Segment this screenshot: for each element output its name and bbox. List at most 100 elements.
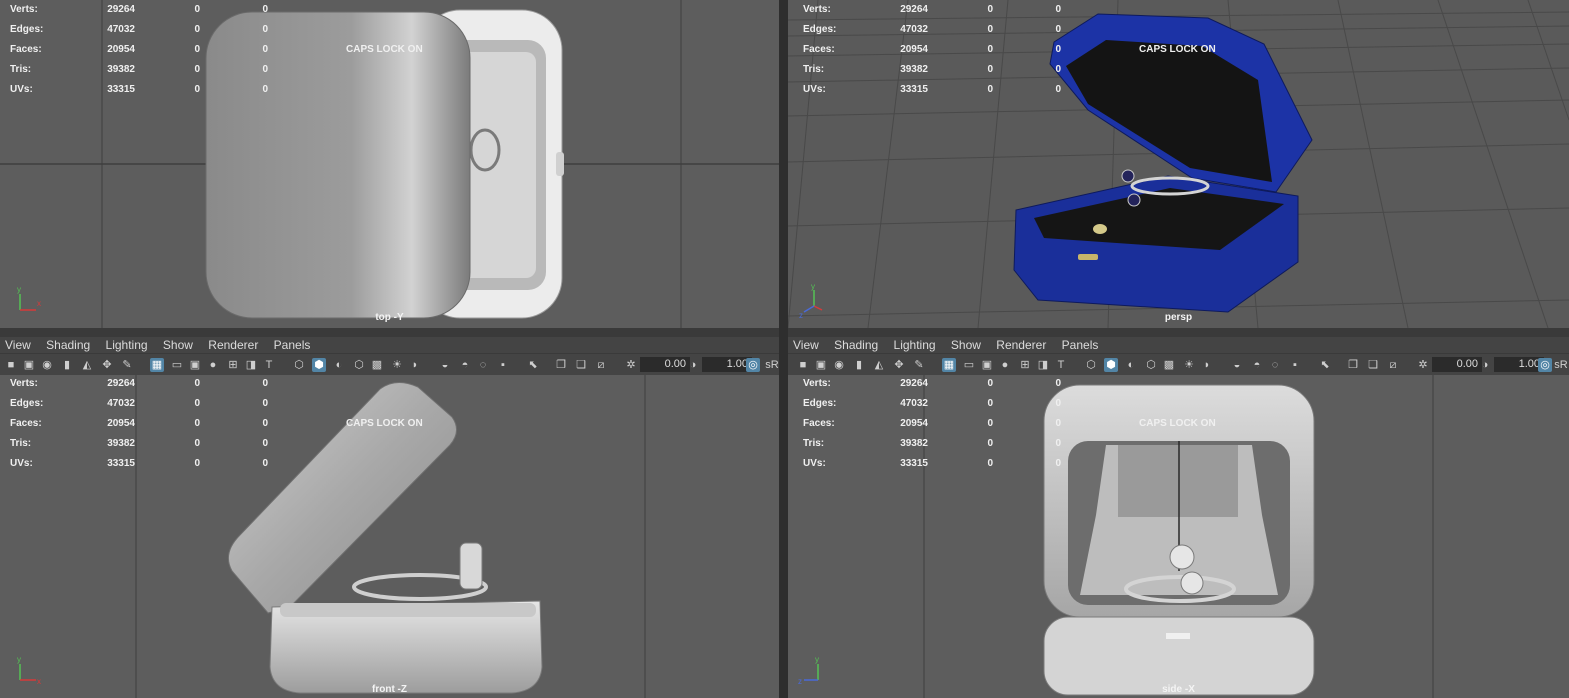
default-material-icon[interactable]: ◐ [1124, 358, 1138, 372]
gamma-field[interactable]: 1.00 [1494, 357, 1544, 372]
camera-icon[interactable]: ■ [4, 358, 18, 372]
camera-icon[interactable]: ■ [796, 358, 810, 372]
view-transform-label[interactable]: sR [1554, 358, 1568, 372]
wireframe-on-shaded-icon[interactable]: ⬡ [1144, 358, 1158, 372]
textured-icon[interactable]: ▩ [370, 358, 384, 372]
exposure-field[interactable]: 0.00 [640, 357, 690, 372]
viewport-front[interactable]: Verts: 29264 0 0 Edges: 47032 0 0 Faces: 20954 0… [0, 375, 779, 698]
menu-show[interactable]: Show [951, 337, 981, 353]
xray-components-icon[interactable]: ⧄ [594, 358, 608, 372]
xray-icon[interactable]: ❐ [554, 358, 568, 372]
safe-action-icon[interactable]: ◨ [244, 358, 258, 372]
resolution-gate-icon[interactable]: ▣ [188, 358, 202, 372]
film-gate-icon[interactable]: ▭ [170, 358, 184, 372]
motion-blur-icon[interactable]: ◓ [1250, 358, 1264, 372]
depth-of-field-icon[interactable]: ▪ [1288, 358, 1302, 372]
menu-view[interactable]: View [793, 337, 819, 353]
exposure-field[interactable]: 0.00 [1432, 357, 1482, 372]
exposure-icon[interactable]: ✲ [624, 358, 638, 372]
wireframe-icon[interactable]: ⬡ [292, 358, 306, 372]
hud-tris-label: Tris: [803, 438, 825, 449]
camera-attributes-icon[interactable]: ◉ [832, 358, 846, 372]
menu-shading[interactable]: Shading [46, 337, 90, 353]
isolate-select-icon[interactable]: ⬉ [1318, 358, 1332, 372]
hud-value: 0 [1055, 4, 1061, 15]
gamma-icon[interactable]: ◑ [686, 358, 700, 372]
shadows-icon[interactable]: ◗ [408, 358, 422, 372]
view-transform-label[interactable]: sR [764, 358, 780, 372]
hud-value: 0 [1055, 64, 1061, 75]
menu-renderer[interactable]: Renderer [208, 337, 258, 353]
hud-value: 0 [1055, 378, 1061, 389]
2d-pan-zoom-icon[interactable]: ✥ [892, 358, 906, 372]
viewport-top[interactable]: Verts: 29264 0 0 Edges: 47032 0 0 Faces: 20954 0… [0, 0, 779, 328]
bookmark-icon[interactable]: ▮ [60, 358, 74, 372]
viewport-side[interactable]: Verts: 29264 0 0 Edges: 47032 0 0 Faces: 20954 0… [788, 375, 1569, 698]
camera-lock-icon[interactable]: ▣ [814, 358, 828, 372]
grid-icon[interactable]: ▦ [942, 358, 956, 372]
xray-components-icon[interactable]: ⧄ [1386, 358, 1400, 372]
hud-verts-value: 29264 [107, 378, 135, 389]
gate-mask-icon[interactable]: ● [206, 358, 220, 372]
hud-verts-value: 29264 [900, 4, 928, 15]
camera-attributes-icon[interactable]: ◉ [40, 358, 54, 372]
default-material-icon[interactable]: ◐ [332, 358, 346, 372]
menu-lighting[interactable]: Lighting [894, 337, 936, 353]
safe-title-icon[interactable]: T [1054, 358, 1068, 372]
camera-lock-icon[interactable]: ▣ [22, 358, 36, 372]
safe-title-icon[interactable]: T [262, 358, 276, 372]
smooth-shade-icon[interactable]: ⬢ [1104, 358, 1118, 372]
hud-edges-label: Edges: [803, 24, 837, 35]
screen-space-ao-icon[interactable]: ◒ [438, 358, 452, 372]
field-chart-icon[interactable]: ⊞ [226, 358, 240, 372]
safe-action-icon[interactable]: ◨ [1036, 358, 1050, 372]
menu-renderer[interactable]: Renderer [996, 337, 1046, 353]
shadows-icon[interactable]: ◗ [1200, 358, 1214, 372]
isolate-select-icon[interactable]: ⬉ [526, 358, 540, 372]
resolution-gate-icon[interactable]: ▣ [980, 358, 994, 372]
gamma-icon[interactable]: ◑ [1478, 358, 1492, 372]
grease-pencil-icon[interactable]: ✎ [912, 358, 926, 372]
anti-aliasing-icon[interactable]: ◌ [476, 358, 490, 372]
menu-panels[interactable]: Panels [1062, 337, 1099, 353]
lights-icon[interactable]: ☀ [390, 358, 404, 372]
hud-edges-label: Edges: [10, 398, 44, 409]
screen-space-ao-icon[interactable]: ◒ [1230, 358, 1244, 372]
anti-aliasing-icon[interactable]: ◌ [1268, 358, 1282, 372]
hud-verts-label: Verts: [10, 378, 38, 389]
xray-icon[interactable]: ❐ [1346, 358, 1360, 372]
xray-joints-icon[interactable]: ❏ [1366, 358, 1380, 372]
grease-pencil-icon[interactable]: ✎ [120, 358, 134, 372]
gamma-field[interactable]: 1.00 [702, 357, 752, 372]
menu-panels[interactable]: Panels [274, 337, 311, 353]
hud-value: 0 [194, 24, 200, 35]
2d-pan-zoom-icon[interactable]: ✥ [100, 358, 114, 372]
color-management-icon[interactable]: ◎ [746, 358, 760, 372]
depth-of-field-icon[interactable]: ▪ [496, 358, 510, 372]
hud-value: 0 [194, 458, 200, 469]
smooth-shade-icon[interactable]: ⬢ [312, 358, 326, 372]
motion-blur-icon[interactable]: ◓ [458, 358, 472, 372]
image-plane-icon[interactable]: ◭ [872, 358, 886, 372]
bookmark-icon[interactable]: ▮ [852, 358, 866, 372]
color-management-icon[interactable]: ◎ [1538, 358, 1552, 372]
gate-mask-icon[interactable]: ● [998, 358, 1012, 372]
textured-icon[interactable]: ▩ [1162, 358, 1176, 372]
xray-joints-icon[interactable]: ❏ [574, 358, 588, 372]
menu-view[interactable]: View [5, 337, 31, 353]
wireframe-on-shaded-icon[interactable]: ⬡ [352, 358, 366, 372]
viewport-persp[interactable]: Verts: 29264 0 0 Edges: 47032 0 0 Faces: 20954 0… [788, 0, 1569, 328]
menu-shading[interactable]: Shading [834, 337, 878, 353]
film-gate-icon[interactable]: ▭ [962, 358, 976, 372]
pane-splitter-vertical[interactable] [779, 0, 788, 698]
exposure-icon[interactable]: ✲ [1416, 358, 1430, 372]
menu-show[interactable]: Show [163, 337, 193, 353]
menu-lighting[interactable]: Lighting [106, 337, 148, 353]
lights-icon[interactable]: ☀ [1182, 358, 1196, 372]
field-chart-icon[interactable]: ⊞ [1018, 358, 1032, 372]
wireframe-icon[interactable]: ⬡ [1084, 358, 1098, 372]
image-plane-icon[interactable]: ◭ [80, 358, 94, 372]
hud-value: 0 [987, 418, 993, 429]
grid-icon[interactable]: ▦ [150, 358, 164, 372]
hud-uvs-value: 33315 [900, 84, 928, 95]
